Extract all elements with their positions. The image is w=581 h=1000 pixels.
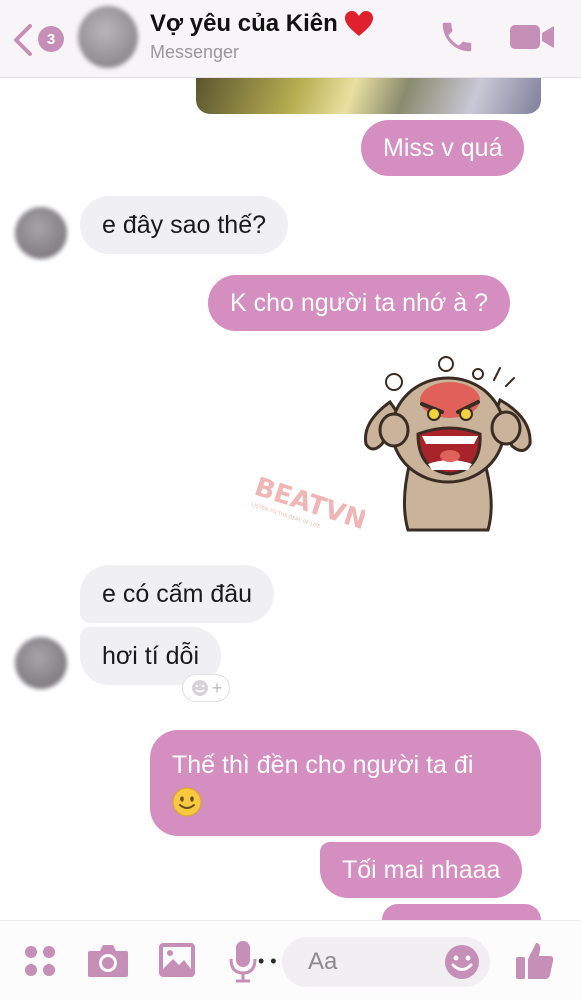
- message-bubble-outgoing[interactable]: Miss v quá: [361, 120, 525, 176]
- message-text: K cho người ta nhớ à ?: [230, 288, 489, 317]
- message-text: Thế thì đền cho người ta đi: [172, 750, 474, 779]
- camera-icon: [88, 945, 128, 977]
- audio-call-button[interactable]: [438, 18, 476, 61]
- angry-dog-sticker[interactable]: [360, 352, 540, 532]
- four-dots-icon: [25, 946, 55, 976]
- contact-avatar-small[interactable]: [15, 207, 67, 259]
- image-icon: [159, 943, 195, 977]
- message-bubble-outgoing[interactable]: Thế thì đền cho người ta đi: [150, 730, 541, 836]
- smiley-icon: [191, 680, 208, 696]
- gallery-button[interactable]: [157, 941, 197, 984]
- message-bubble-incoming[interactable]: e có cấm đâu: [80, 565, 275, 623]
- voice-message-button[interactable]: [228, 939, 258, 988]
- phone-icon: [442, 22, 472, 52]
- heart-icon: [344, 11, 373, 36]
- more-actions-button[interactable]: [22, 943, 58, 984]
- conversation-title[interactable]: Vợ yêu của Kiên: [150, 10, 374, 38]
- message-text: Miss v quá: [383, 133, 503, 162]
- message-text: e đây sao thế?: [102, 210, 267, 239]
- like-button[interactable]: [514, 939, 556, 986]
- add-reaction-button[interactable]: +: [182, 674, 230, 702]
- conversation-title-text: Vợ yêu của Kiên: [150, 10, 338, 37]
- contact-avatar[interactable]: [78, 6, 138, 68]
- message-input-placeholder: Aa: [308, 948, 338, 975]
- back-button[interactable]: 3: [10, 20, 70, 60]
- emoji-button[interactable]: [443, 943, 481, 986]
- message-bubble-outgoing[interactable]: K cho người ta nhớ à ?: [208, 275, 511, 331]
- emoji-icon: [445, 945, 479, 979]
- microphone-icon: [229, 941, 257, 983]
- message-bubble-outgoing[interactable]: Tối mai nhaaa: [320, 842, 523, 898]
- shared-photo[interactable]: [196, 76, 541, 114]
- unread-count-badge: 3: [38, 26, 64, 52]
- message-text: e có cấm đâu: [102, 579, 253, 608]
- camera-button[interactable]: [86, 941, 130, 984]
- message-text: Tối mai nhaaa: [342, 855, 501, 884]
- message-composer: ••• Aa: [0, 920, 581, 1000]
- video-camera-icon: [510, 25, 554, 49]
- chat-header: 3 Vợ yêu của Kiên Messenger: [0, 0, 581, 78]
- beatvn-watermark: BEATVN LISTEN TO THE BEAT OF LIFE: [251, 475, 365, 536]
- watermark-brand: BEATVN: [251, 475, 365, 536]
- thumbs-up-icon: [516, 943, 554, 979]
- plus-icon: +: [211, 677, 223, 698]
- chevron-left-icon: [14, 24, 32, 56]
- conversation-subtitle: Messenger: [150, 42, 240, 62]
- smile-emoji-icon: [172, 787, 202, 817]
- contact-avatar-small[interactable]: [15, 637, 67, 689]
- message-bubble-incoming[interactable]: e đây sao thế?: [80, 196, 289, 254]
- message-text: hơi tí dỗi: [102, 641, 199, 670]
- video-call-button[interactable]: [509, 22, 555, 57]
